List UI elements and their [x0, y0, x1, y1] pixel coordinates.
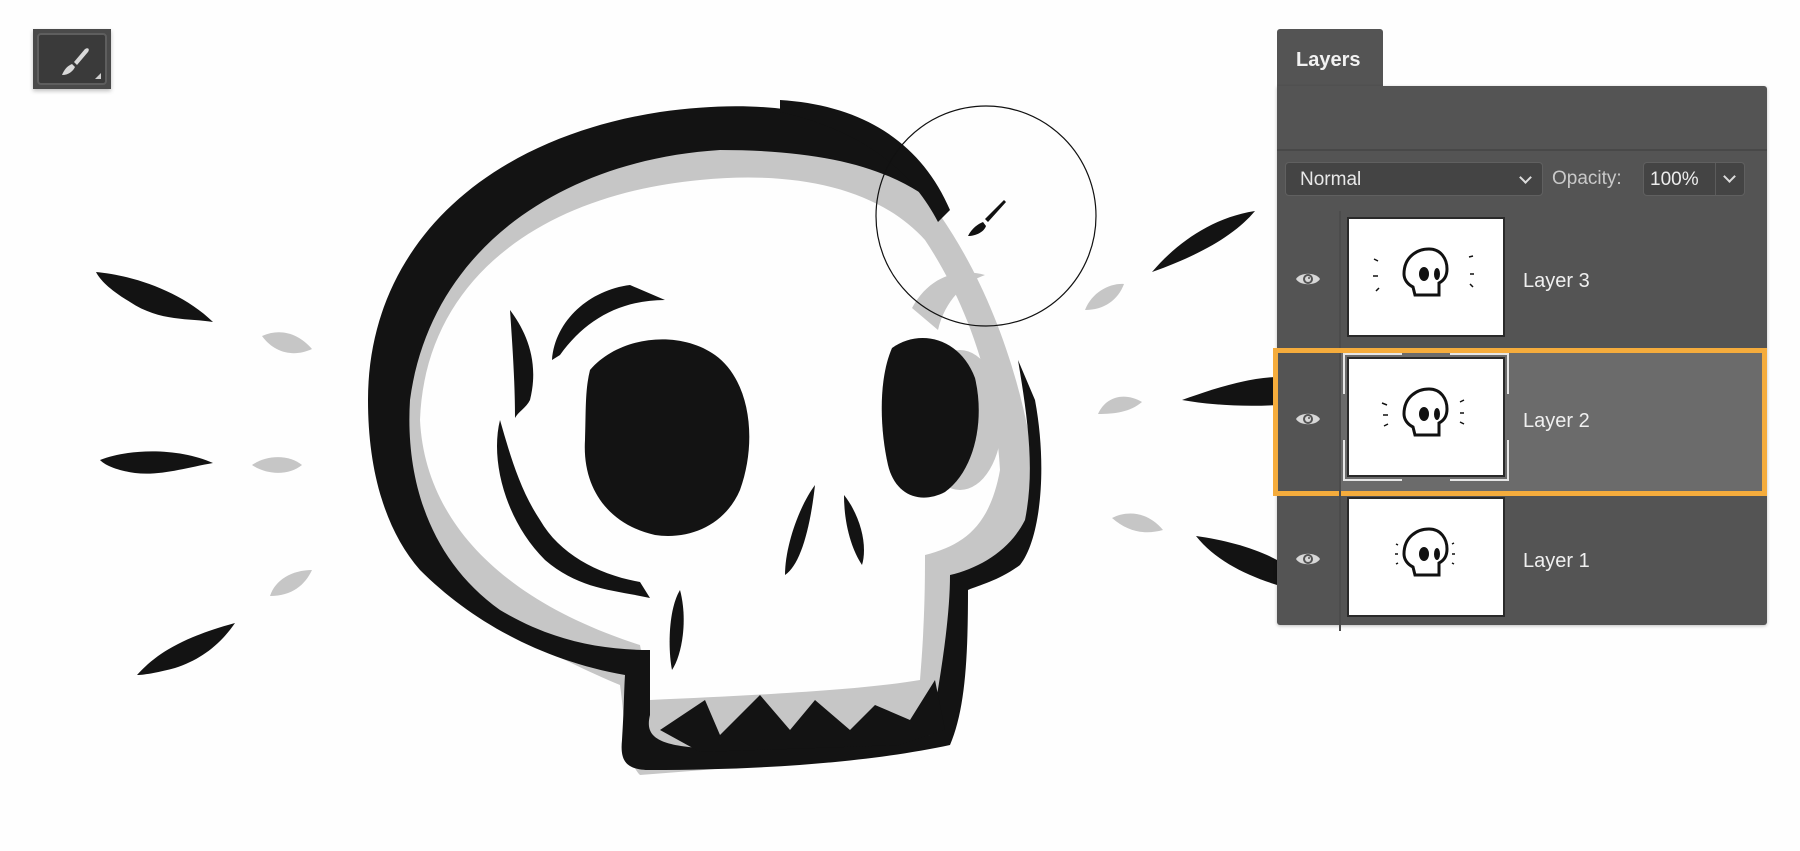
chevron-down-icon — [1723, 170, 1736, 183]
layer-thumbnail — [1347, 357, 1505, 477]
layer-name: Layer 1 — [1523, 550, 1590, 572]
layer-name: Layer 3 — [1523, 270, 1590, 292]
layer-row-layer-2[interactable]: Layer 2 — [1273, 348, 1767, 496]
panel-header-area — [1277, 86, 1767, 151]
layers-panel: Layers Normal Opacity: 100% Layer 3 Laye… — [1273, 29, 1767, 631]
opacity-field[interactable]: 100% — [1643, 162, 1745, 196]
ghost-dash — [1112, 513, 1163, 533]
visibility-toggle[interactable] — [1277, 211, 1341, 351]
tooth-gap — [669, 590, 684, 670]
layer-row-layer-1[interactable]: Layer 1 — [1277, 491, 1767, 631]
ghost-dash — [262, 332, 312, 354]
layers-list: Layer 3 Layer 2 Layer 1 — [1273, 211, 1767, 631]
tool-group-indicator — [95, 73, 101, 79]
dash-left-2 — [100, 451, 213, 474]
skull-thumbnail-icon — [1373, 247, 1474, 297]
blend-mode-value: Normal — [1300, 169, 1362, 190]
brush-tool-button[interactable] — [33, 29, 111, 89]
dash-right-3 — [1196, 536, 1277, 585]
opacity-label: Opacity: — [1552, 168, 1622, 189]
layer-thumbnail — [1347, 497, 1505, 617]
opacity-dropdown-button[interactable] — [1716, 163, 1744, 195]
visibility-toggle[interactable] — [1277, 351, 1341, 491]
opacity-input[interactable]: 100% — [1644, 163, 1716, 195]
eye-socket-left — [584, 339, 750, 536]
chevron-down-icon — [1519, 171, 1532, 184]
dash-right-1 — [1152, 211, 1255, 272]
skull-thumbnail-icon — [1395, 527, 1455, 577]
eye-icon — [1296, 553, 1320, 565]
layers-tab[interactable]: Layers — [1277, 29, 1383, 87]
brush-icon — [62, 48, 89, 75]
ghost-dash — [1085, 283, 1124, 310]
ghost-dash — [270, 570, 312, 596]
eye-icon — [1296, 413, 1320, 425]
visibility-toggle[interactable] — [1277, 491, 1341, 631]
ink-layer — [96, 100, 1277, 770]
skull-thumbnail-icon — [1381, 387, 1465, 437]
layer-thumbnail — [1347, 217, 1505, 337]
brush-cursor-icon — [968, 200, 1006, 236]
dash-left-3 — [137, 623, 235, 675]
layers-tab-label: Layers — [1296, 49, 1361, 71]
brow-stroke-left — [510, 310, 534, 418]
nose-stroke-right — [844, 495, 864, 565]
blend-mode-select[interactable]: Normal — [1285, 162, 1543, 196]
layers-panel-body: Normal Opacity: 100% Layer 3 Layer 2 Lay… — [1273, 86, 1767, 631]
dash-left-1 — [96, 272, 213, 322]
dash-right-2 — [1182, 377, 1277, 406]
eye-icon — [1296, 273, 1320, 285]
nose-stroke-left — [785, 485, 815, 575]
blend-opacity-row: Normal Opacity: 100% — [1285, 162, 1759, 198]
layer-row-layer-3[interactable]: Layer 3 — [1277, 211, 1767, 351]
layer-name: Layer 2 — [1523, 410, 1590, 432]
ghost-dash — [1098, 396, 1142, 414]
ghost-dash — [252, 457, 302, 473]
